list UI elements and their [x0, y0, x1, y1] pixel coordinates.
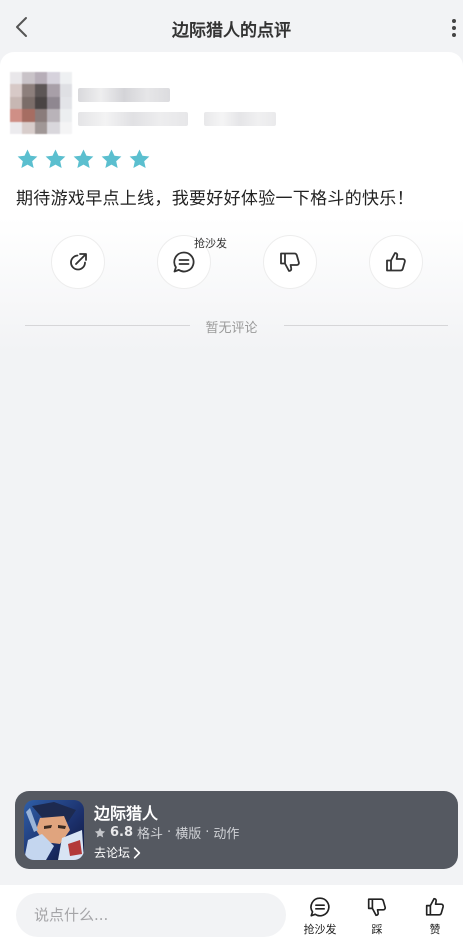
tag-separator: ·: [205, 825, 210, 840]
game-icon: [24, 800, 84, 860]
comment-icon: [310, 897, 330, 917]
like-label: 赞: [429, 923, 441, 936]
review-text: 期待游戏早点上线，我要好好体验一下格斗的快乐！: [16, 189, 414, 209]
thumbs-up-icon: [386, 252, 406, 272]
thumbs-up-icon: [425, 897, 445, 916]
empty-comments-text: 暂无评论: [205, 321, 258, 336]
star-icon: [45, 149, 66, 169]
bottom-comment-bar: 抢沙发 踩 赞: [0, 885, 463, 945]
star-icon: [129, 149, 150, 169]
avatar[interactable]: [10, 72, 72, 134]
device-info-blurred: [204, 112, 276, 126]
game-tag: 格斗: [137, 827, 164, 842]
game-score: 6.8: [110, 825, 134, 840]
game-tag: 动作: [213, 827, 240, 842]
comment-icon: [173, 251, 195, 273]
divider-right: [284, 325, 448, 326]
share-icon: [70, 253, 87, 271]
game-tag: 横版: [175, 827, 202, 842]
username-blurred: [78, 88, 170, 102]
star-icon: [94, 827, 106, 837]
thumbs-down-icon: [367, 898, 387, 917]
game-meta: 6.8 格斗 · 横版 · 动作: [94, 823, 239, 842]
game-name: 边际猎人: [94, 804, 159, 823]
forum-link-label: 去论坛: [94, 846, 131, 860]
star-icon: [101, 149, 122, 169]
like-button[interactable]: 赞: [413, 895, 457, 941]
game-info-card[interactable]: 边际猎人 6.8 格斗 · 横版 · 动作 去论坛: [15, 791, 458, 869]
page-title: 边际猎人的点评: [172, 21, 291, 41]
rating-stars: [16, 148, 151, 171]
thumbs-down-icon: [280, 252, 300, 272]
like-button[interactable]: [369, 235, 423, 289]
review-card: 期待游戏早点上线，我要好好体验一下格斗的快乐！ 抢沙发: [0, 52, 463, 352]
user-meta-blurred: [78, 112, 188, 126]
share-button[interactable]: [51, 235, 105, 289]
top-nav-bar: 边际猎人的点评: [0, 0, 463, 54]
dislike-button[interactable]: 踩: [355, 895, 399, 941]
more-vertical-icon: [452, 19, 456, 37]
more-button[interactable]: [449, 16, 459, 40]
sofa-tag: 抢沙发: [194, 237, 227, 250]
chevron-right-icon: [133, 846, 141, 859]
forum-link[interactable]: 去论坛: [94, 844, 141, 861]
comment-input[interactable]: [16, 893, 286, 937]
tag-separator: ·: [167, 825, 172, 840]
dislike-button[interactable]: [263, 235, 317, 289]
star-icon: [73, 149, 94, 169]
sofa-label: 抢沙发: [303, 923, 337, 936]
star-icon: [17, 149, 38, 169]
dislike-label: 踩: [371, 923, 383, 936]
sofa-button[interactable]: 抢沙发: [298, 895, 342, 941]
